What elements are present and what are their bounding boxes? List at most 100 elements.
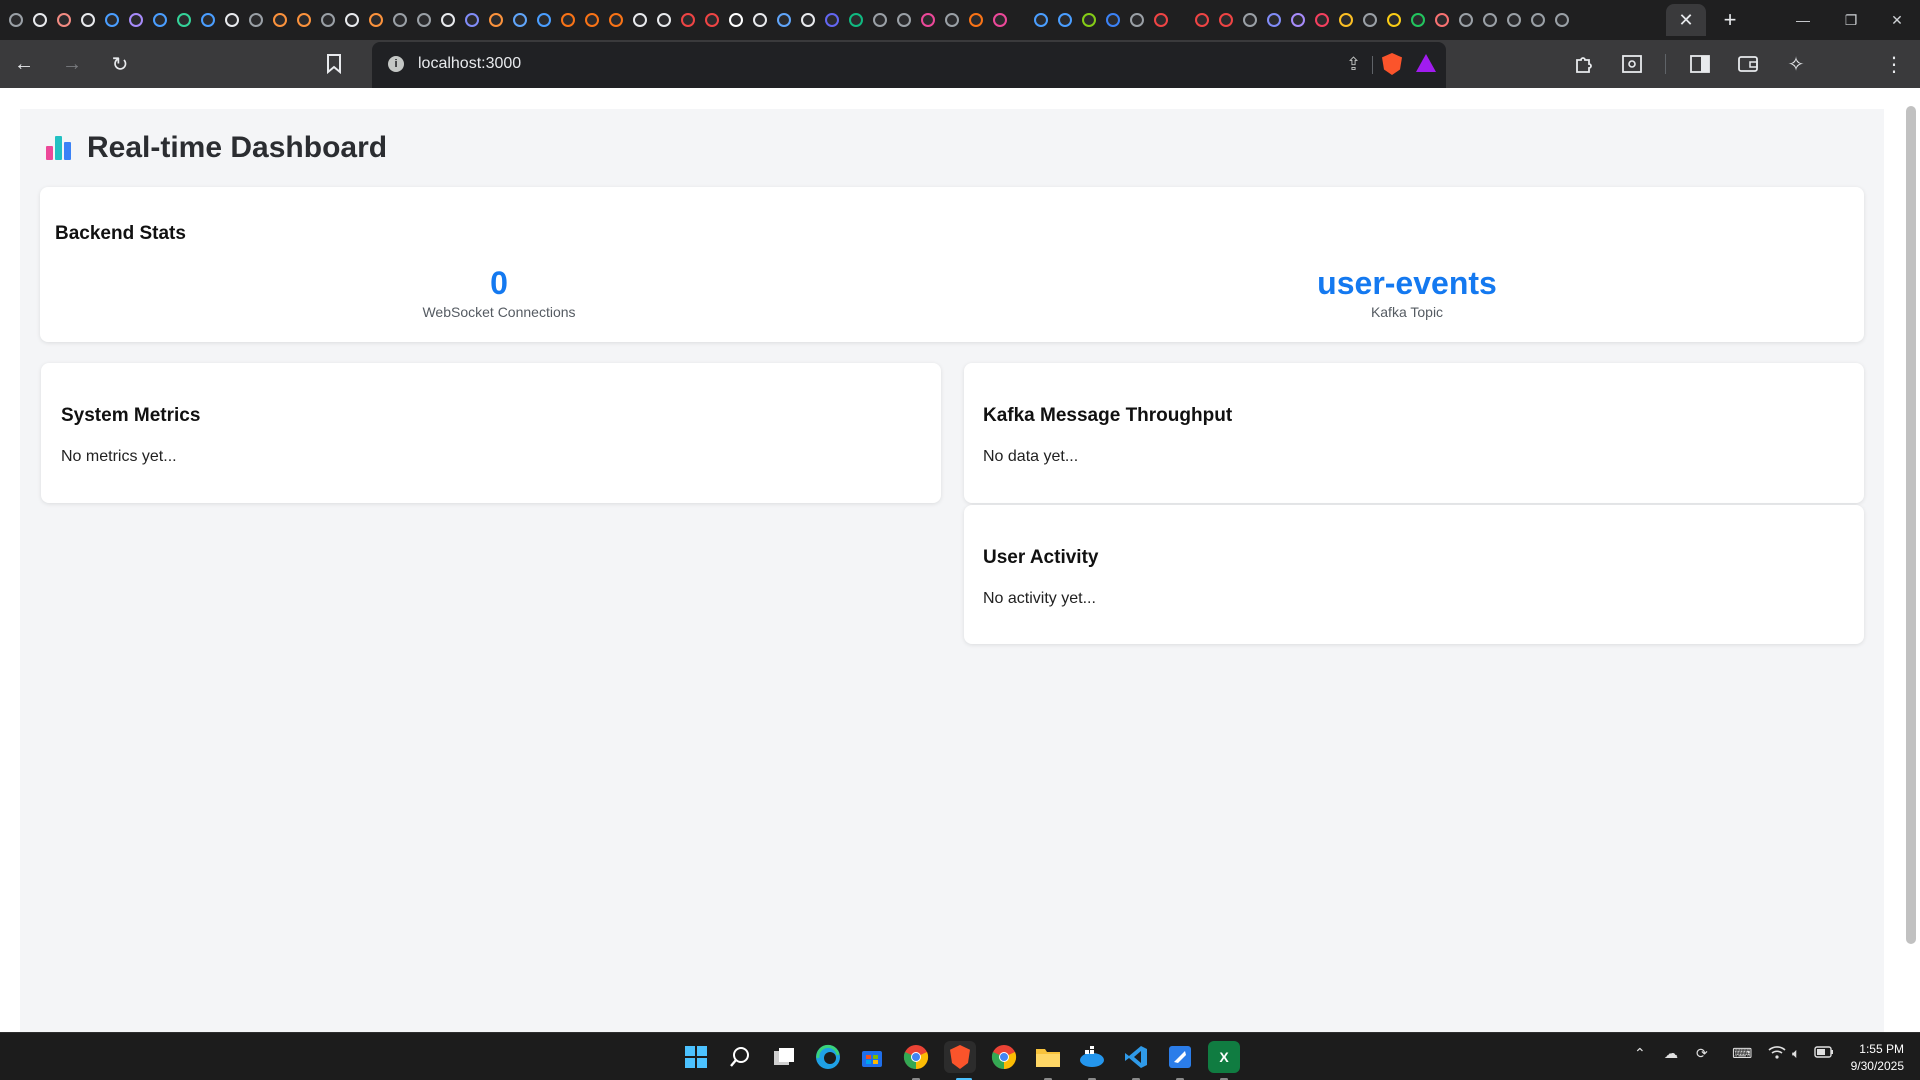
pinned-tab-favicon-icon[interactable] [609, 13, 623, 27]
brave-browser-icon[interactable] [944, 1041, 976, 1073]
pinned-tab-favicon-icon[interactable] [825, 13, 839, 27]
show-hidden-icons-chevron-icon[interactable]: ⌃ [1634, 1045, 1646, 1062]
url-text[interactable]: localhost:3000 [418, 55, 521, 73]
brave-shields-icon[interactable] [1382, 53, 1402, 75]
pinned-tab-favicon-icon[interactable] [321, 13, 335, 27]
pinned-tab-favicon-icon[interactable] [969, 13, 983, 27]
sync-icon[interactable]: ⟳ [1696, 1045, 1708, 1062]
screenshot-icon[interactable] [1616, 48, 1648, 80]
page-scrollbar[interactable] [1906, 106, 1916, 944]
pinned-tab-favicon-icon[interactable] [537, 13, 551, 27]
pinned-tab-favicon-icon[interactable] [1243, 13, 1257, 27]
edge-browser-icon[interactable] [812, 1041, 844, 1073]
pinned-tab-favicon-icon[interactable] [1106, 13, 1120, 27]
pinned-tab-favicon-icon[interactable] [9, 13, 23, 27]
pinned-tab-favicon-icon[interactable] [1058, 13, 1072, 27]
leo-ai-icon[interactable]: ✧ [1780, 48, 1812, 80]
extensions-icon[interactable] [1568, 48, 1600, 80]
pinned-tab-favicon-icon[interactable] [369, 13, 383, 27]
pinned-tab-favicon-icon[interactable] [801, 13, 815, 27]
pinned-tab-favicon-icon[interactable] [249, 13, 263, 27]
pinned-tab-favicon-icon[interactable] [849, 13, 863, 27]
pinned-tab-favicon-icon[interactable] [1411, 13, 1425, 27]
pinned-tab-favicon-icon[interactable] [1363, 13, 1377, 27]
forward-arrow-icon[interactable]: → [56, 48, 88, 80]
wallet-icon[interactable] [1732, 48, 1764, 80]
onedrive-icon[interactable]: ☁ [1664, 1045, 1678, 1062]
minimize-icon[interactable]: — [1780, 0, 1826, 40]
pinned-tab-favicon-icon[interactable] [105, 13, 119, 27]
pinned-tab-favicon-icon[interactable] [753, 13, 767, 27]
pinned-tab-favicon-icon[interactable] [1195, 13, 1209, 27]
pinned-tab-favicon-icon[interactable] [153, 13, 167, 27]
pinned-tab-favicon-icon[interactable] [1555, 13, 1569, 27]
pinned-tab-favicon-icon[interactable] [561, 13, 575, 27]
file-explorer-icon[interactable] [1032, 1041, 1064, 1073]
system-clock[interactable]: 1:55 PM 9/30/2025 [1844, 1041, 1904, 1075]
pinned-tab-favicon-icon[interactable] [225, 13, 239, 27]
window-close-icon[interactable]: ✕ [1874, 0, 1920, 40]
pinned-tab-favicon-icon[interactable] [345, 13, 359, 27]
pinned-tab-favicon-icon[interactable] [177, 13, 191, 27]
keyboard-icon[interactable]: ⌨ [1732, 1045, 1752, 1062]
pinned-tab-favicon-icon[interactable] [705, 13, 719, 27]
pinned-tab-favicon-icon[interactable] [681, 13, 695, 27]
pinned-tab-favicon-icon[interactable] [129, 13, 143, 27]
pinned-tab-favicon-icon[interactable] [1459, 13, 1473, 27]
pinned-tab-favicon-icon[interactable] [1130, 13, 1144, 27]
pinned-tab-favicon-icon[interactable] [57, 13, 71, 27]
pinned-tab-favicon-icon[interactable] [729, 13, 743, 27]
pinned-tab-favicon-icon[interactable] [633, 13, 647, 27]
pinned-tab-favicon-icon[interactable] [201, 13, 215, 27]
pinned-tab-favicon-icon[interactable] [1291, 13, 1305, 27]
excel-icon[interactable]: X [1208, 1041, 1240, 1073]
reload-icon[interactable]: ↻ [104, 48, 136, 80]
pinned-tab-favicon-icon[interactable] [1339, 13, 1353, 27]
pinned-tab-favicon-icon[interactable] [1219, 13, 1233, 27]
pinned-tab-favicon-icon[interactable] [873, 13, 887, 27]
microsoft-store-icon[interactable] [856, 1041, 888, 1073]
address-bar[interactable]: i localhost:3000 ⇪ [372, 42, 1446, 88]
brave-rewards-icon[interactable] [1416, 54, 1436, 72]
pinned-tab-favicon-icon[interactable] [393, 13, 407, 27]
restore-icon[interactable]: ❐ [1828, 0, 1874, 40]
bookmark-icon[interactable] [318, 48, 350, 80]
pinned-tab-favicon-icon[interactable] [657, 13, 671, 27]
pinned-tab-favicon-icon[interactable] [1507, 13, 1521, 27]
pinned-tab-favicon-icon[interactable] [897, 13, 911, 27]
sidebar-icon[interactable] [1684, 48, 1716, 80]
new-tab-button[interactable]: + [1716, 6, 1744, 34]
pinned-tab-favicon-icon[interactable] [1387, 13, 1401, 27]
pinned-tab-favicon-icon[interactable] [1483, 13, 1497, 27]
vscode-icon[interactable] [1120, 1041, 1152, 1073]
menu-icon[interactable]: ⋮ [1878, 48, 1910, 80]
back-arrow-icon[interactable]: ← [8, 48, 40, 80]
pinned-tab-favicon-icon[interactable] [81, 13, 95, 27]
active-tab-close-button[interactable]: ✕ [1666, 4, 1706, 36]
task-view-icon[interactable] [768, 1041, 800, 1073]
pinned-tab-favicon-icon[interactable] [297, 13, 311, 27]
pinned-tab-favicon-icon[interactable] [945, 13, 959, 27]
visual-studio-installer-icon[interactable] [1164, 1041, 1196, 1073]
pinned-tab-favicon-icon[interactable] [465, 13, 479, 27]
pinned-tab-favicon-icon[interactable] [1315, 13, 1329, 27]
pinned-tab-favicon-icon[interactable] [1267, 13, 1281, 27]
pinned-tab-favicon-icon[interactable] [1435, 13, 1449, 27]
pinned-tab-favicon-icon[interactable] [273, 13, 287, 27]
pinned-tab-favicon-icon[interactable] [1082, 13, 1096, 27]
pinned-tab-favicon-icon[interactable] [993, 13, 1007, 27]
pinned-tab-favicon-icon[interactable] [33, 13, 47, 27]
pinned-tab-favicon-icon[interactable] [921, 13, 935, 27]
share-icon[interactable]: ⇪ [1346, 54, 1361, 75]
volume-icon[interactable]: 🔈︎ [1792, 1045, 1800, 1062]
pinned-tab-favicon-icon[interactable] [777, 13, 791, 27]
chrome-icon[interactable] [900, 1041, 932, 1073]
site-info-icon[interactable]: i [388, 56, 404, 72]
pinned-tab-favicon-icon[interactable] [1154, 13, 1168, 27]
battery-icon[interactable] [1814, 1045, 1834, 1061]
pinned-tab-favicon-icon[interactable] [513, 13, 527, 27]
chrome-profile-icon[interactable] [988, 1041, 1020, 1073]
pinned-tab-favicon-icon[interactable] [417, 13, 431, 27]
pinned-tab-favicon-icon[interactable] [1034, 13, 1048, 27]
search-icon[interactable] [724, 1041, 756, 1073]
